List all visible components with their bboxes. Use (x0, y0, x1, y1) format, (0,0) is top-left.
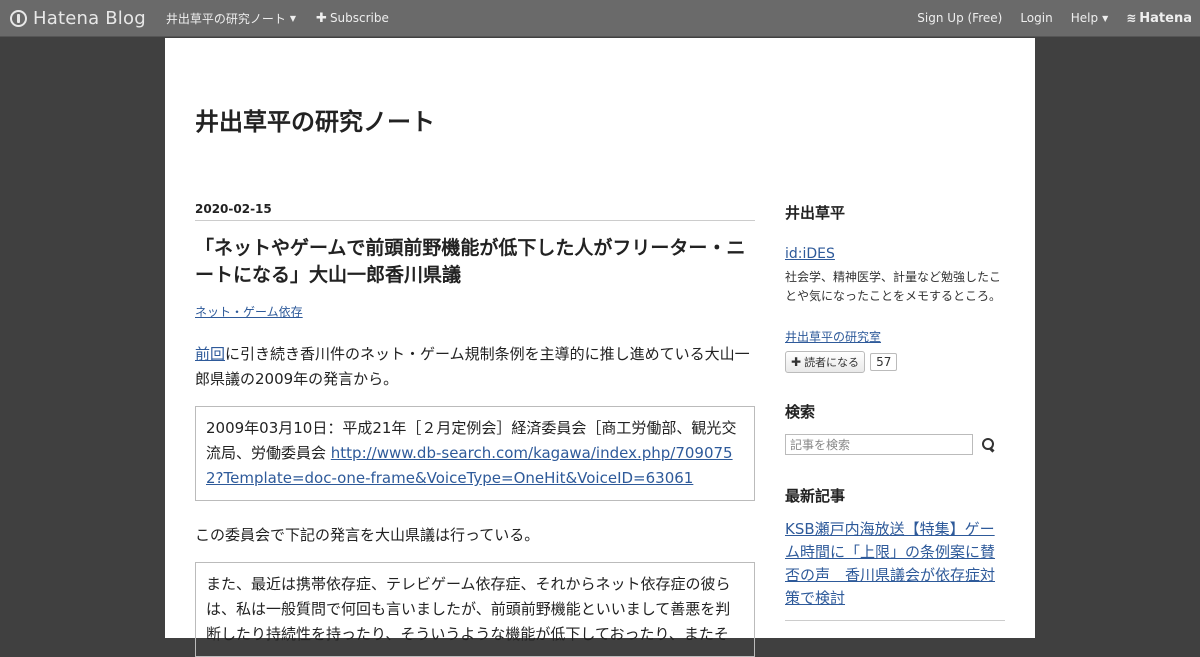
recent-heading: 最新記事 (785, 487, 846, 505)
page-container: 井出草平の研究ノート 2020-02-15 「ネットやゲームで前頭前野機能が低下… (165, 38, 1035, 657)
hatena-blog-logo[interactable]: Hatena Blog (10, 8, 146, 29)
reader-button-label: 読者になる (804, 356, 860, 369)
search-form (785, 434, 1005, 455)
hatena-label: Hatena (1139, 10, 1192, 26)
caret-down-icon: ▼ (1102, 13, 1109, 23)
hatena-blog-logo-icon (10, 9, 27, 27)
profile-description: 社会学、精神医学、計量など勉強したことや気になったことをメモするところ。 (785, 270, 1002, 303)
plus-icon: ✚ (791, 355, 802, 369)
main-column: 2020-02-15 「ネットやゲームで前頭前野機能が低下した人がフリーター・ニ… (195, 202, 755, 657)
hatena-logo[interactable]: ≋ Hatena (1126, 11, 1192, 26)
entry-date[interactable]: 2020-02-15 (195, 202, 755, 221)
blockquote-source: 2009年03月10日：平成21年［２月定例会］経済委員会［商工労働部、観光交流… (195, 406, 755, 501)
subscribe-label: Subscribe (329, 11, 389, 25)
reader-count[interactable]: 57 (870, 353, 898, 371)
logo-text: Hatena Blog (33, 7, 146, 29)
plus-icon: ✚ (316, 10, 327, 26)
signup-link[interactable]: Sign Up (Free) (917, 11, 1002, 25)
profile-heading: 井出草平 (785, 204, 846, 222)
entry-paragraph: この委員会で下記の発言を大山県議は行っている。 (195, 526, 540, 544)
help-dropdown[interactable]: Help ▼ (1071, 11, 1109, 25)
blog-menu-label: 井出草平の研究ノート (165, 11, 286, 26)
entry-title[interactable]: 「ネットやゲームで前頭前野機能が低下した人がフリーター・ニートになる」大山一郎香… (195, 235, 755, 289)
previous-post-link[interactable]: 前回 (195, 345, 225, 363)
profile-id-link[interactable]: id:iDES (785, 246, 835, 262)
entry-category-link[interactable]: ネット・ゲーム依存 (195, 303, 303, 320)
subscribe-button[interactable]: ✚ Subscribe (316, 11, 389, 26)
blog-menu-dropdown[interactable]: 井出草平の研究ノート ▼ (166, 10, 296, 27)
entry-intro: 前回に引き続き香川件のネット・ゲーム規制条例を主導的に推し進めている大山一郎県議… (195, 342, 755, 392)
help-label: Help (1070, 11, 1099, 25)
recent-entry-link[interactable]: KSB瀬戸内海放送【特集】ゲーム時間に「上限」の条例案に賛否の声 香川県議会が依… (785, 518, 1005, 621)
intro-text: に引き続き香川件のネット・ゲーム規制条例を主導的に推し進めている大山一郎県議の2… (195, 345, 750, 388)
hatena-wave-icon: ≋ (1126, 11, 1137, 25)
search-icon[interactable] (982, 437, 996, 452)
blockquote-remark: また、最近は携帯依存症、テレビゲーム依存症、それからネット依存症の彼らは、私は一… (195, 562, 755, 657)
sidebar: 井出草平 id:iDES 社会学、精神医学、計量など勉強したことや気になったこと… (785, 202, 1005, 621)
search-heading: 検索 (785, 403, 816, 421)
caret-down-icon: ▼ (289, 13, 297, 23)
subscribe-reader-button[interactable]: ✚ 読者になる (785, 351, 866, 373)
reader-row: ✚ 読者になる 57 (785, 351, 1005, 373)
lab-link[interactable]: 井出草平の研究室 (785, 330, 881, 344)
search-input[interactable] (785, 434, 973, 455)
global-header: Hatena Blog 井出草平の研究ノート ▼ ✚ Subscribe Sig… (0, 0, 1200, 37)
blog-title[interactable]: 井出草平の研究ノート (195, 102, 435, 137)
login-link[interactable]: Login (1020, 11, 1052, 25)
header-right-nav: Sign Up (Free) Login Help ▼ ≋ Hatena (899, 11, 1200, 26)
